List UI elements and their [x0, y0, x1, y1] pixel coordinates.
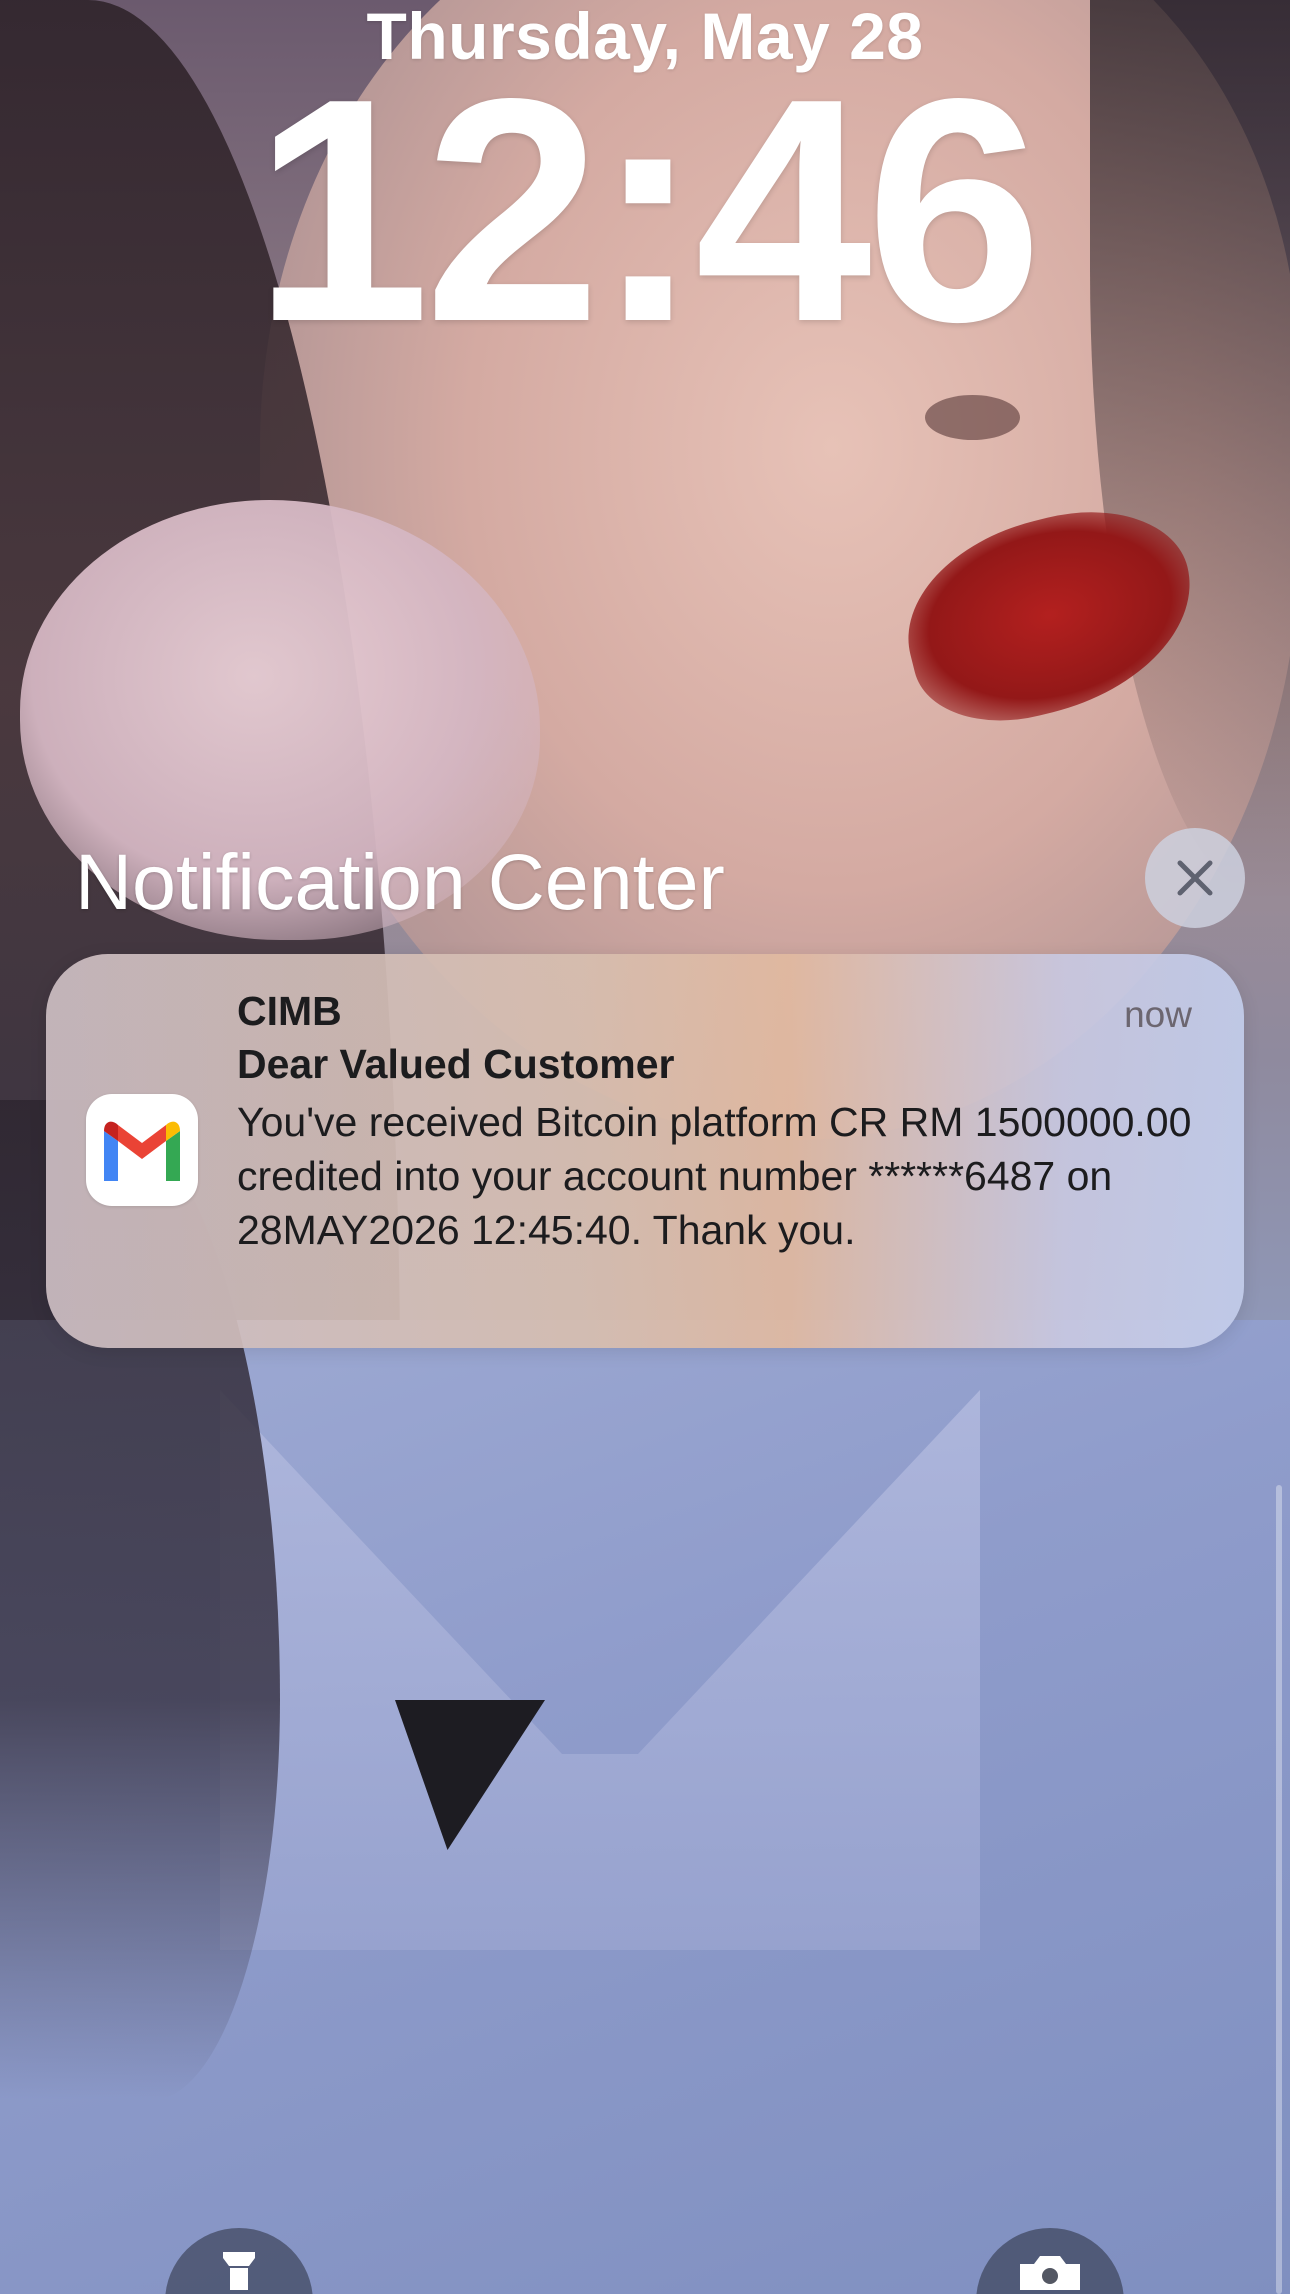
flashlight-icon — [223, 2252, 255, 2290]
notification-timestamp: now — [1124, 994, 1192, 1035]
notification-card[interactable]: CIMB now Dear Valued Customer You've rec… — [46, 954, 1244, 1348]
notification-sender: CIMB — [237, 988, 342, 1034]
wallpaper-nose — [925, 395, 1020, 440]
close-icon — [1177, 860, 1213, 896]
notification-center-close-button[interactable] — [1145, 828, 1245, 928]
notification-body: You've received Bitcoin platform CR RM 1… — [237, 1099, 1192, 1253]
camera-icon — [1020, 2256, 1080, 2290]
notification-center-title: Notification Center — [75, 837, 725, 926]
gmail-icon — [104, 1121, 180, 1181]
notification-title: Dear Valued Customer — [237, 1041, 675, 1087]
scroll-indicator — [1276, 1485, 1282, 2294]
lockscreen-clock: 12:46 — [253, 33, 1042, 388]
gmail-app-icon — [86, 1094, 198, 1206]
